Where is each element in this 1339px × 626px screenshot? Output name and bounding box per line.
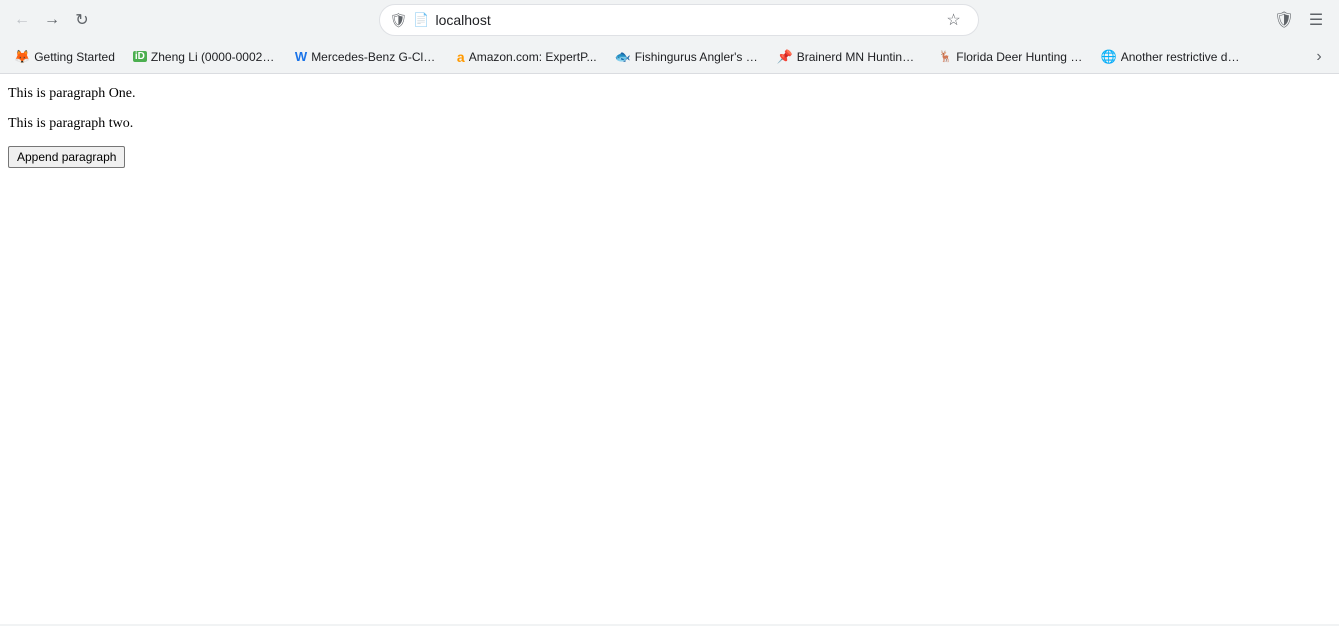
paragraph-two: This is paragraph two. <box>8 116 1331 132</box>
bookmark-icon-mercedes: W <box>295 49 307 64</box>
bookmark-label-getting-started: Getting Started <box>34 50 115 64</box>
back-button[interactable]: ← <box>8 6 36 34</box>
shield-toolbar-icon: 🛡 <box>1274 10 1294 30</box>
append-paragraph-button[interactable]: Append paragraph <box>8 146 125 168</box>
shield-icon: 🛡 <box>390 12 408 29</box>
paragraph-one: This is paragraph One. <box>8 86 1331 102</box>
bookmark-label-brainerd: Brainerd MN Hunting ... <box>797 50 921 64</box>
bookmark-item-amazon[interactable]: a Amazon.com: ExpertP... <box>449 45 605 69</box>
menu-icon: ☰ <box>1309 10 1323 30</box>
bookmark-item-fishingurus[interactable]: 🐟 Fishingurus Angler's I... <box>607 45 767 69</box>
star-icon: ☆ <box>946 10 960 30</box>
bookmark-label-fishingurus: Fishingurus Angler's I... <box>635 50 759 64</box>
toolbar-middle: 🛡 📄 ☆ <box>100 4 1257 36</box>
bookmark-item-zheng-li[interactable]: iD Zheng Li (0000-0002-3... <box>125 46 285 68</box>
shield-toolbar-button[interactable]: 🛡 <box>1269 5 1299 35</box>
toolbar-right: 🛡 ☰ <box>1269 5 1331 35</box>
address-input[interactable] <box>435 12 933 28</box>
bookmark-icon-getting-started: 🦊 <box>14 49 30 65</box>
bookmark-icon-amazon: a <box>457 49 465 65</box>
bookmark-item-brainerd[interactable]: 📌 Brainerd MN Hunting ... <box>769 45 929 69</box>
toolbar: ← → ↻ 🛡 📄 ☆ 🛡 ☰ <box>0 0 1339 40</box>
refresh-icon: ↻ <box>75 10 88 30</box>
bookmark-star-button[interactable]: ☆ <box>940 6 968 34</box>
bookmark-icon-zheng-li: iD <box>133 51 147 62</box>
bookmarks-more-button[interactable]: › <box>1305 43 1333 71</box>
page-content: This is paragraph One. This is paragraph… <box>0 74 1339 624</box>
bookmark-item-florida-deer[interactable]: 🦌 Florida Deer Hunting S... <box>931 46 1091 68</box>
toolbar-left: ← → ↻ <box>8 6 96 34</box>
bookmark-label-florida-deer: Florida Deer Hunting S... <box>956 50 1082 64</box>
bookmark-label-amazon: Amazon.com: ExpertP... <box>469 50 597 64</box>
bookmark-item-getting-started[interactable]: 🦊 Getting Started <box>6 45 123 69</box>
browser-chrome: ← → ↻ 🛡 📄 ☆ 🛡 ☰ <box>0 0 1339 624</box>
forward-button[interactable]: → <box>38 6 66 34</box>
bookmark-icon-fishingurus: 🐟 <box>615 49 631 65</box>
bookmark-item-another-restrictive[interactable]: 🌐 Another restrictive dee... <box>1093 45 1253 69</box>
bookmark-icon-brainerd: 📌 <box>777 49 793 65</box>
bookmark-item-mercedes[interactable]: W Mercedes-Benz G-Clas... <box>287 45 447 68</box>
page-doc-icon: 📄 <box>413 12 429 28</box>
address-bar[interactable]: 🛡 📄 ☆ <box>379 4 979 36</box>
refresh-button[interactable]: ↻ <box>68 6 96 34</box>
menu-button[interactable]: ☰ <box>1301 5 1331 35</box>
bookmark-label-another-restrictive: Another restrictive dee... <box>1121 50 1245 64</box>
bookmark-icon-another-restrictive: 🌐 <box>1101 49 1117 65</box>
back-icon: ← <box>14 11 30 29</box>
forward-icon: → <box>44 11 60 29</box>
chevron-right-icon: › <box>1316 48 1321 66</box>
bookmarks-bar: 🦊 Getting Started iD Zheng Li (0000-0002… <box>0 40 1339 74</box>
bookmark-label-mercedes: Mercedes-Benz G-Clas... <box>311 50 439 64</box>
bookmark-label-zheng-li: Zheng Li (0000-0002-3... <box>151 50 277 64</box>
bookmark-icon-florida-deer: 🦌 <box>939 50 953 63</box>
